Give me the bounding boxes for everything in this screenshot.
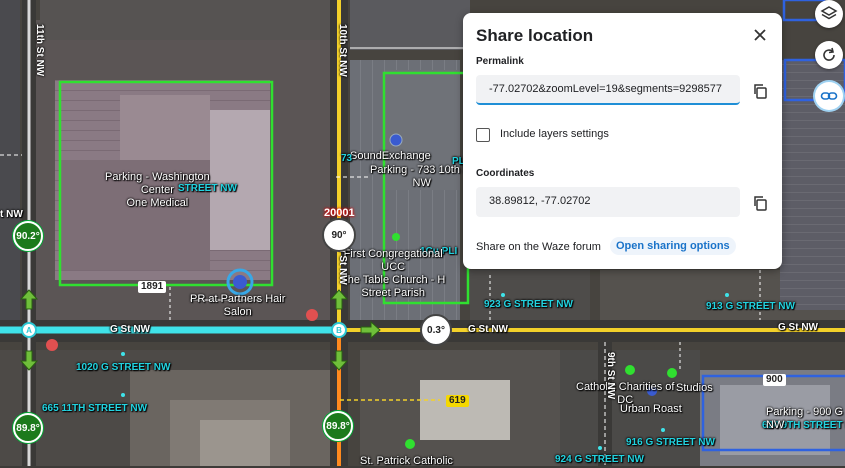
- turn-marker-green[interactable]: 89.8°: [323, 411, 353, 441]
- junction-node-b[interactable]: B: [331, 322, 347, 338]
- turn-angle-marker[interactable]: 0.3°: [420, 314, 452, 346]
- address-label: STREET NW: [178, 183, 237, 194]
- segment-tag: 900: [763, 374, 786, 386]
- place-label-studios[interactable]: Studios: [676, 382, 713, 395]
- coordinates-field[interactable]: 38.89812, -77.02702: [476, 187, 740, 217]
- permalink-field[interactable]: -77.02702&zoomLevel=19&segments=9298577: [476, 75, 740, 105]
- close-button[interactable]: [750, 25, 770, 45]
- address-label: 1020 G STREET NW: [76, 362, 171, 373]
- address-label: 924 G STREET NW: [555, 454, 644, 465]
- layers-button[interactable]: [815, 0, 843, 28]
- close-icon: [754, 29, 766, 41]
- turn-angle-marker[interactable]: 90°: [322, 218, 356, 252]
- place-label-pr-partners[interactable]: PR at Partners Hair Salon: [190, 293, 285, 319]
- layers-icon: [820, 6, 838, 20]
- street-label-g-st: G St NW: [778, 322, 818, 333]
- place-label-soundexchange[interactable]: SoundExchange: [350, 150, 431, 163]
- panel-title: Share location: [476, 26, 594, 45]
- share-link-button[interactable]: [815, 82, 843, 110]
- address-label: 73: [341, 153, 353, 164]
- address-label: 665 11TH STREET NW: [42, 403, 148, 414]
- address-label: 923 G STREET NW: [484, 299, 573, 310]
- waze-forum-text: Share on the Waze forum: [476, 241, 601, 253]
- street-label-fragment: t NW: [0, 209, 23, 220]
- permalink-label: Permalink: [476, 56, 524, 67]
- junction-node-a[interactable]: A: [21, 322, 37, 338]
- street-label-g-st: G St NW: [468, 324, 508, 335]
- link-icon: [820, 92, 838, 100]
- segment-tag: 619: [446, 395, 469, 407]
- segment-tag: 1891: [138, 281, 167, 293]
- copy-icon: [754, 196, 767, 211]
- include-layers-checkbox[interactable]: [476, 128, 490, 142]
- coordinates-label: Coordinates: [476, 168, 535, 179]
- include-layers-label[interactable]: Include layers settings: [500, 128, 609, 140]
- street-label-g-st: G St NW: [110, 324, 150, 335]
- turn-marker-green[interactable]: 89.8°: [13, 413, 43, 443]
- refresh-icon: [823, 47, 835, 61]
- street-label-11th: 11th St NW: [34, 24, 45, 77]
- copy-icon: [754, 84, 767, 99]
- address-label: 913 G STREET NW: [706, 301, 795, 312]
- share-location-panel: Share location Permalink -77.02702&zoomL…: [463, 13, 782, 269]
- permalink-value[interactable]: -77.02702&zoomLevel=19&segments=9298577: [489, 83, 722, 95]
- copy-coordinates-button[interactable]: [750, 193, 770, 213]
- street-label-10th: 10th St NW: [337, 24, 348, 77]
- coordinates-value[interactable]: 38.89812, -77.02702: [489, 195, 591, 207]
- place-label-st-patrick[interactable]: St. Patrick Catholic: [360, 455, 453, 468]
- refresh-button[interactable]: [815, 41, 843, 69]
- street-label-9th: 9th St NW: [605, 352, 616, 400]
- turn-marker-green[interactable]: 90.2°: [13, 221, 43, 251]
- place-label-parking-900[interactable]: Parking - 900 G St NW: [766, 406, 845, 432]
- copy-permalink-button[interactable]: [750, 81, 770, 101]
- address-label: 916 G STREET NW: [626, 437, 715, 448]
- place-label-urban-roast[interactable]: Urban Roast: [620, 403, 682, 416]
- place-label-first-congregational[interactable]: First Congregational UCC The Table Churc…: [341, 248, 445, 300]
- open-sharing-options-button[interactable]: Open sharing options: [610, 237, 736, 255]
